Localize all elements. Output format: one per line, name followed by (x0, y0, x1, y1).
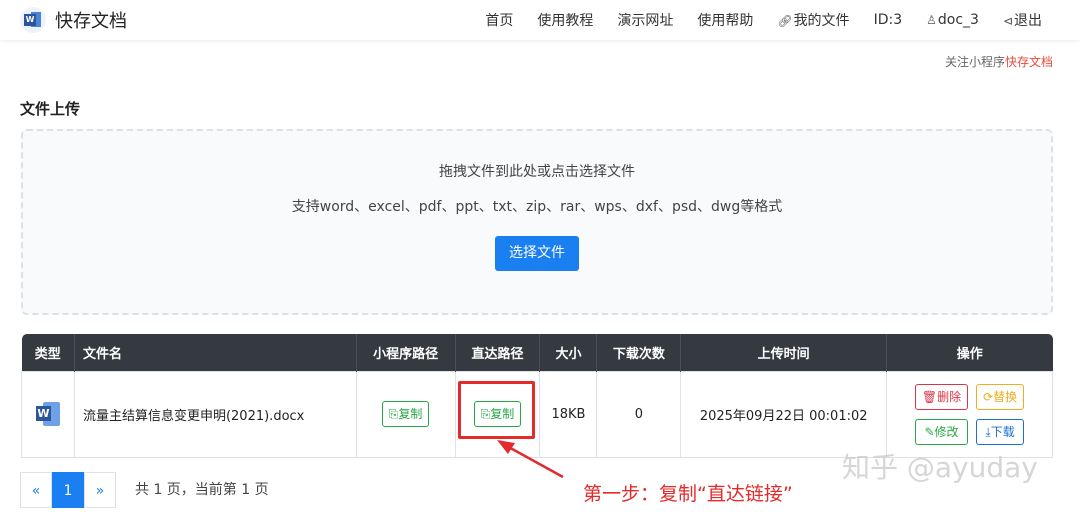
watermark: 知乎 @ayuday (842, 451, 1038, 484)
annotation-text: 第一步：复制“直达链接” (583, 483, 793, 505)
annotation-arrow-icon (497, 440, 564, 479)
